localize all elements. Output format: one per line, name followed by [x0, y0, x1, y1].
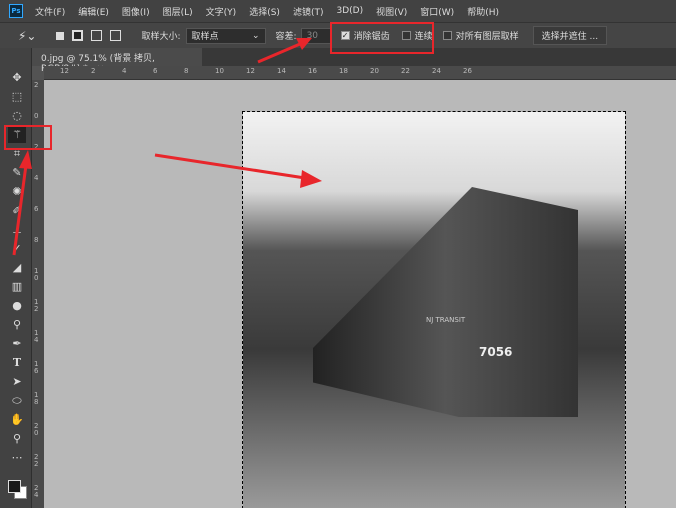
- ruler-tick-label: 20: [370, 67, 379, 75]
- crop-tool-icon[interactable]: ⌗: [8, 146, 26, 162]
- vertical-ruler[interactable]: 2 0 2 4 6 8 10 12 14 16 18 20 22 24: [32, 80, 44, 508]
- menu-file[interactable]: 文件(F): [35, 5, 65, 18]
- ruler-tick-label: 8: [184, 67, 189, 75]
- magic-wand-preset-icon[interactable]: ⚡︎⌄: [18, 29, 36, 43]
- document-tab-bar: 0.jpg @ 75.1% (背景 拷贝, RGB/8#) * ×: [32, 48, 676, 74]
- healing-tool-icon[interactable]: ✺: [8, 184, 26, 200]
- menu-view[interactable]: 视图(V): [376, 5, 407, 18]
- dodge-tool-icon[interactable]: ⚲: [8, 317, 26, 333]
- ruler-tick-label: 4: [122, 67, 127, 75]
- gradient-tool-icon[interactable]: ▥: [8, 279, 26, 295]
- magic-wand-tool-icon[interactable]: ⚚: [8, 127, 26, 143]
- ruler-tick-label: 24: [34, 484, 39, 499]
- ellipse-tool-icon[interactable]: ⬭: [8, 393, 26, 409]
- document-tab[interactable]: 0.jpg @ 75.1% (背景 拷贝, RGB/8#) * ×: [32, 48, 202, 74]
- menu-image[interactable]: 图像(I): [122, 5, 150, 18]
- car-number: 7056: [479, 345, 513, 359]
- brush-tool-icon[interactable]: ✐: [8, 203, 26, 219]
- tools-panel: ✥ ⬚ ◌ ⚚ ⌗ ✎ ✺ ✐ ⊥ ✓ ◢ ▥ ● ⚲ ✒ T ➤ ⬭ ✋ ⚲ …: [0, 48, 32, 508]
- menu-bar: Ps 文件(F) 编辑(E) 图像(I) 图层(L) 文字(Y) 选择(S) 滤…: [0, 0, 676, 22]
- zoom-tool-icon[interactable]: ⚲: [8, 431, 26, 447]
- path-select-icon[interactable]: ➤: [8, 374, 26, 390]
- canvas-area[interactable]: 7056 NJ TRANSIT: [44, 80, 676, 508]
- hand-tool-icon[interactable]: ✋: [8, 412, 26, 428]
- contiguous-label: 连续: [414, 32, 433, 42]
- ruler-tick-label: 2: [34, 81, 39, 89]
- pen-tool-icon[interactable]: ✒: [8, 336, 26, 352]
- ruler-tick-label: 6: [34, 205, 39, 213]
- move-tool-icon[interactable]: ✥: [8, 70, 26, 86]
- ruler-tick-label: 0: [34, 112, 39, 120]
- all-layers-checkbox[interactable]: [442, 31, 452, 40]
- ruler-tick-label: 26: [463, 67, 472, 75]
- sample-size-select[interactable]: 取样点 ⌄: [185, 27, 266, 44]
- menu-layer[interactable]: 图层(L): [163, 5, 193, 18]
- marquee-tool-icon[interactable]: ⬚: [8, 89, 26, 105]
- eraser-tool-icon[interactable]: ◢: [8, 260, 26, 276]
- foreground-color-swatch[interactable]: [8, 480, 21, 493]
- menu-edit[interactable]: 编辑(E): [78, 5, 109, 18]
- ruler-tick-label: 24: [432, 67, 441, 75]
- history-brush-icon[interactable]: ✓: [8, 241, 26, 257]
- ruler-tick-label: 2: [91, 67, 96, 75]
- menu-window[interactable]: 窗口(W): [420, 5, 454, 18]
- add-selection-icon[interactable]: [72, 30, 84, 41]
- ruler-tick-label: 12: [34, 298, 39, 313]
- ruler-tick-label: 6: [153, 67, 158, 75]
- ruler-tick-label: 12: [60, 67, 69, 75]
- ruler-tick-label: 22: [34, 453, 39, 468]
- ruler-tick-label: 14: [277, 67, 286, 75]
- ruler-tick-label: 16: [34, 360, 39, 375]
- type-tool-icon[interactable]: T: [8, 355, 26, 371]
- ruler-tick-label: 10: [215, 67, 224, 75]
- photoshop-logo: Ps: [9, 4, 23, 18]
- menu-select[interactable]: 选择(S): [249, 5, 280, 18]
- menu-filter[interactable]: 滤镜(T): [293, 5, 324, 18]
- subtract-selection-icon[interactable]: [91, 30, 103, 41]
- ruler-tick-label: 10: [34, 267, 39, 282]
- more-tools-icon[interactable]: ⋯: [8, 450, 26, 466]
- ruler-tick-label: 18: [34, 391, 39, 406]
- blur-tool-icon[interactable]: ●: [8, 298, 26, 314]
- document-image[interactable]: 7056 NJ TRANSIT: [242, 111, 626, 508]
- all-layers-label: 对所有图层取样: [455, 32, 519, 42]
- ruler-tick-label: 2: [34, 143, 39, 151]
- menu-3d[interactable]: 3D(D): [336, 6, 363, 16]
- select-and-mask-button[interactable]: 选择并遮住 ...: [532, 26, 608, 45]
- menu-help[interactable]: 帮助(H): [467, 5, 499, 18]
- anti-alias-checkbox[interactable]: ✓: [340, 31, 350, 40]
- options-bar: ⚡︎⌄ 取样大小: 取样点 ⌄ 容差: 30 ✓ 消除锯齿 连续 对所有图层取样 …: [0, 22, 676, 48]
- train-image: [313, 187, 578, 417]
- ruler-tick-label: 4: [34, 174, 39, 182]
- intersect-selection-icon[interactable]: [110, 30, 122, 41]
- eyedropper-tool-icon[interactable]: ✎: [8, 165, 26, 181]
- chevron-down-icon: ⌄: [251, 30, 260, 41]
- ruler-tick-label: 18: [339, 67, 348, 75]
- ruler-tick-label: 8: [34, 236, 39, 244]
- ruler-tick-label: 20: [34, 422, 39, 437]
- ruler-tick-label: 22: [401, 67, 410, 75]
- anti-alias-label: 消除锯齿: [353, 32, 390, 42]
- menu-type[interactable]: 文字(Y): [206, 5, 237, 18]
- ruler-tick-label: 16: [308, 67, 317, 75]
- contiguous-checkbox[interactable]: [401, 31, 411, 40]
- ruler-tick-label: 14: [34, 329, 39, 344]
- train-label: NJ TRANSIT: [426, 316, 466, 324]
- ruler-tick-label: 12: [246, 67, 255, 75]
- horizontal-ruler[interactable]: 12 2 4 6 8 10 12 14 16 18 20 22 24 26: [44, 66, 676, 80]
- tolerance-input[interactable]: 30: [300, 27, 331, 44]
- stamp-tool-icon[interactable]: ⊥: [8, 222, 26, 238]
- lasso-tool-icon[interactable]: ◌: [8, 108, 26, 124]
- sample-size-label: 取样大小:: [141, 32, 181, 42]
- new-selection-icon[interactable]: [56, 31, 65, 40]
- tolerance-label: 容差:: [275, 32, 297, 42]
